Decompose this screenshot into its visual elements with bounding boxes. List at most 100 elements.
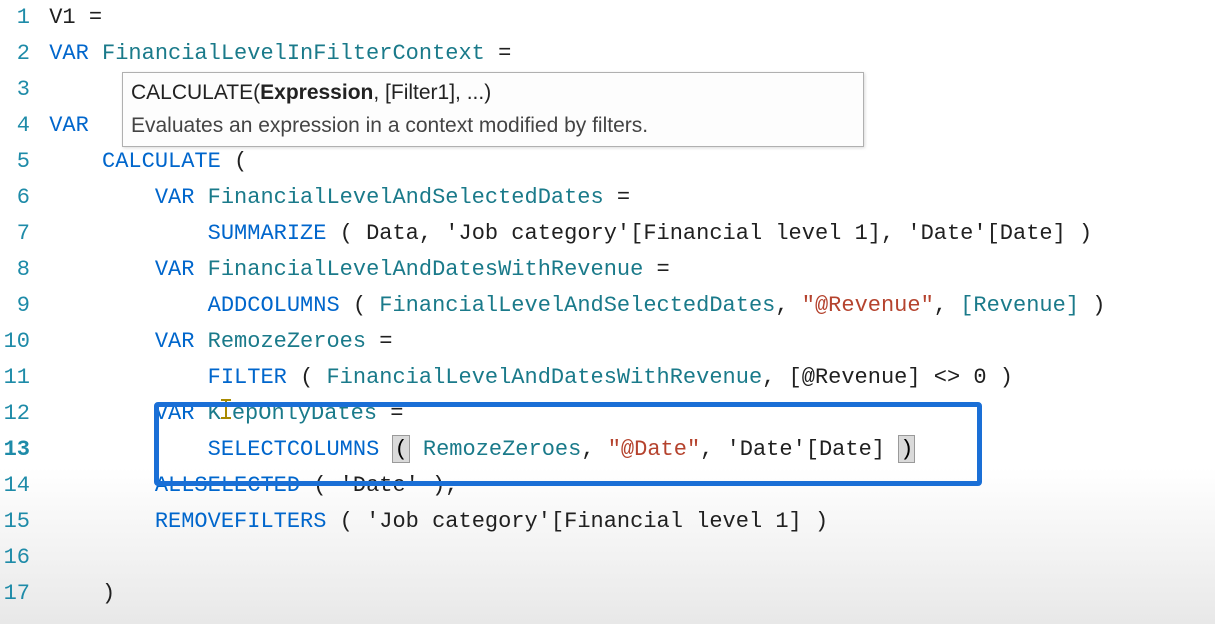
- tooltip-description: Evaluates an expression in a context mod…: [131, 110, 855, 143]
- paren-open: (: [340, 509, 353, 534]
- text-cursor-icon: [221, 399, 232, 419]
- paren-close: ): [1079, 221, 1092, 246]
- line-number: 10: [0, 324, 30, 360]
- variable-name: RemozeZeroes: [208, 329, 366, 354]
- variable-ref: RemozeZeroes: [423, 437, 581, 462]
- tooltip-signature: CALCULATE(Expression, [Filter1], ...): [131, 77, 855, 110]
- variable-name: FinancialLevelAndDatesWithRevenue: [208, 257, 644, 282]
- table-ref: Data: [366, 221, 419, 246]
- paren-close: ): [432, 473, 445, 498]
- code-line[interactable]: VAR FinancialLevelAndSelectedDates =: [36, 180, 1215, 216]
- line-number: 17: [0, 576, 30, 612]
- paren-open: (: [234, 149, 247, 174]
- variable-name: KepOnlyDates: [208, 401, 377, 426]
- intellisense-tooltip: CALCULATE(Expression, [Filter1], ...) Ev…: [122, 72, 864, 147]
- number-literal: 0: [973, 365, 986, 390]
- var-keyword: VAR: [49, 41, 89, 66]
- operator: <>: [934, 365, 960, 390]
- line-number: 6: [0, 180, 30, 216]
- line-number: 15: [0, 504, 30, 540]
- line-number: 12: [0, 396, 30, 432]
- function-name: REMOVEFILTERS: [155, 509, 327, 534]
- line-number: 8: [0, 252, 30, 288]
- column-ref: 'Date'[Date]: [907, 221, 1065, 246]
- string-literal: "@Revenue": [802, 293, 934, 318]
- paren-open: (: [300, 365, 313, 390]
- paren-close: ): [1000, 365, 1013, 390]
- equals: =: [498, 41, 511, 66]
- line-number: 9: [0, 288, 30, 324]
- code-editor[interactable]: 1 2 3 4 5 6 7 8 9 10 11 12 13 14 15 16 1…: [0, 0, 1215, 624]
- equals: =: [89, 5, 102, 30]
- code-line[interactable]: VAR KepOnlyDates =: [36, 396, 1215, 432]
- function-name: CALCULATE: [102, 149, 221, 174]
- code-line[interactable]: V1 =: [36, 0, 1215, 36]
- column-ref: 'Job category'[Financial level 1]: [445, 221, 881, 246]
- line-number: 16: [0, 540, 30, 576]
- function-name: FILTER: [208, 365, 287, 390]
- equals: =: [657, 257, 670, 282]
- line-number-gutter: 1 2 3 4 5 6 7 8 9 10 11 12 13 14 15 16 1…: [0, 0, 36, 624]
- variable-ref: FinancialLevelAndDatesWithRevenue: [326, 365, 762, 390]
- equals: =: [379, 329, 392, 354]
- code-line[interactable]: ALLSELECTED ( 'Date' ),: [36, 468, 1215, 504]
- code-area[interactable]: V1 = VAR FinancialLevelInFilterContext =…: [36, 0, 1215, 624]
- column-ref: [@Revenue]: [789, 365, 921, 390]
- measure-name: V1: [49, 5, 75, 30]
- line-number: 2: [0, 36, 30, 72]
- variable-name: FinancialLevelAndSelectedDates: [208, 185, 604, 210]
- line-number: 5: [0, 144, 30, 180]
- paren-close: ): [815, 509, 828, 534]
- comma: ,: [881, 221, 894, 246]
- function-name: SELECTCOLUMNS: [208, 437, 380, 462]
- comma: ,: [581, 437, 594, 462]
- var-keyword: VAR: [49, 113, 89, 138]
- column-ref: 'Date'[Date]: [727, 437, 885, 462]
- code-line[interactable]: ): [36, 576, 1215, 612]
- var-keyword: VAR: [155, 257, 195, 282]
- line-number: 4: [0, 108, 30, 144]
- function-name: SUMMARIZE: [208, 221, 327, 246]
- code-line[interactable]: VAR RemozeZeroes =: [36, 324, 1215, 360]
- equals: =: [617, 185, 630, 210]
- comma: ,: [775, 293, 788, 318]
- code-line[interactable]: SELECTCOLUMNS ( RemozeZeroes, "@Date", '…: [36, 432, 1215, 468]
- code-line[interactable]: ADDCOLUMNS ( FinancialLevelAndSelectedDa…: [36, 288, 1215, 324]
- line-number: 3: [0, 72, 30, 108]
- paren-close-matched: ): [898, 435, 915, 463]
- comma: ,: [762, 365, 775, 390]
- line-number: 1: [0, 0, 30, 36]
- code-line[interactable]: VAR FinancialLevelInFilterContext =: [36, 36, 1215, 72]
- paren-open: (: [340, 221, 353, 246]
- code-line[interactable]: FILTER ( FinancialLevelAndDatesWithReven…: [36, 360, 1215, 396]
- column-ref: 'Job category'[Financial level 1]: [366, 509, 802, 534]
- code-line[interactable]: CALCULATE (: [36, 144, 1215, 180]
- var-keyword: VAR: [155, 185, 195, 210]
- code-line[interactable]: VAR FinancialLevelAndDatesWithRevenue =: [36, 252, 1215, 288]
- paren-close: ): [102, 581, 115, 606]
- paren-open: (: [353, 293, 366, 318]
- var-keyword: VAR: [155, 401, 195, 426]
- code-line[interactable]: [36, 540, 1215, 576]
- line-number: 13: [0, 432, 30, 468]
- comma: ,: [445, 473, 458, 498]
- code-line[interactable]: SUMMARIZE ( Data, 'Job category'[Financi…: [36, 216, 1215, 252]
- variable-ref: FinancialLevelAndSelectedDates: [379, 293, 775, 318]
- comma: ,: [700, 437, 713, 462]
- code-line[interactable]: REMOVEFILTERS ( 'Job category'[Financial…: [36, 504, 1215, 540]
- line-number: 7: [0, 216, 30, 252]
- equals: =: [390, 401, 403, 426]
- line-number: 11: [0, 360, 30, 396]
- table-ref: 'Date': [340, 473, 419, 498]
- line-number: 14: [0, 468, 30, 504]
- paren-open-matched: (: [392, 435, 409, 463]
- var-keyword: VAR: [155, 329, 195, 354]
- comma: ,: [934, 293, 947, 318]
- function-name: ADDCOLUMNS: [208, 293, 340, 318]
- comma: ,: [419, 221, 432, 246]
- string-literal: "@Date": [608, 437, 700, 462]
- paren-close: ): [1092, 293, 1105, 318]
- paren-open: (: [313, 473, 326, 498]
- variable-name: FinancialLevelInFilterContext: [102, 41, 485, 66]
- measure-ref: [Revenue]: [960, 293, 1079, 318]
